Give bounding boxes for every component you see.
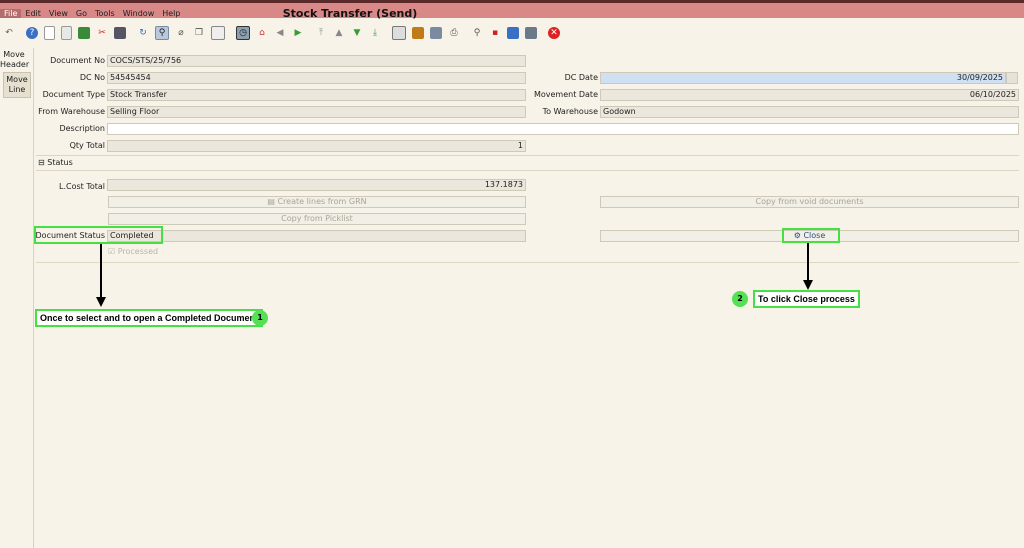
title-bar: File Edit View Go Tools Window Help Stoc… xyxy=(0,0,1024,20)
from-warehouse-label: From Warehouse xyxy=(38,107,105,116)
help-icon[interactable]: ? xyxy=(26,27,38,39)
translate-icon[interactable]: ⚲ xyxy=(471,27,483,39)
chat-icon[interactable]: ❐ xyxy=(193,27,205,39)
processed-label: Processed xyxy=(117,247,159,256)
history-icon[interactable]: ◷ xyxy=(236,26,250,40)
from-warehouse-field[interactable]: Selling Floor xyxy=(107,106,526,118)
document-status-field[interactable]: Completed xyxy=(107,230,526,242)
create-lines-from-grn-button[interactable]: ▤ Create lines from GRN xyxy=(108,196,526,208)
step-2-badge: 2 xyxy=(732,291,748,307)
left-navigation: Move Header Move Line xyxy=(0,48,33,98)
document-no-label: Document No xyxy=(50,56,105,65)
description-field[interactable] xyxy=(107,123,1019,135)
form-bottom-divider xyxy=(36,262,1019,263)
next-icon[interactable]: ▼ xyxy=(351,27,363,39)
home-icon[interactable]: ⌂ xyxy=(256,27,268,39)
refresh-icon[interactable]: ↻ xyxy=(137,27,149,39)
copy-from-void-documents-button[interactable]: Copy from void documents xyxy=(600,196,1019,208)
new-icon[interactable] xyxy=(44,26,55,40)
nav-move-line[interactable]: Move Line xyxy=(3,72,31,98)
collapse-icon: ⊟ xyxy=(38,158,45,167)
status-section-header[interactable]: ⊟ Status xyxy=(38,158,73,167)
last-icon[interactable]: ⤓ xyxy=(369,27,381,39)
document-no-field[interactable]: COCS/STS/25/756 xyxy=(107,55,526,67)
dc-no-label: DC No xyxy=(79,73,105,82)
close-button-highlight xyxy=(782,228,840,243)
toolbar: ↶ ? ✂ ↻ ⚲ ⌀ ❐ ◷ ⌂ ◀ ▶ ⤒ ▲ ▼ ⤓ ⎙ ⚲ ▪ ✕ xyxy=(0,22,1024,44)
archive-icon[interactable] xyxy=(430,27,442,39)
attachment-icon[interactable]: ⌀ xyxy=(175,27,187,39)
copy-icon[interactable] xyxy=(61,26,72,40)
report-icon[interactable] xyxy=(211,26,225,40)
dc-no-field[interactable]: 54545454 xyxy=(107,72,526,84)
processed-checkbox[interactable]: ☑ Processed xyxy=(108,247,158,256)
delete-icon[interactable]: ✂ xyxy=(96,27,108,39)
callout-1: Once to select and to open a Completed D… xyxy=(35,309,264,327)
step-1-badge: 1 xyxy=(252,310,268,326)
lcost-total-field[interactable]: 137.1873 xyxy=(107,179,526,191)
checkbox-icon: ☑ xyxy=(108,247,116,256)
status-divider-bottom xyxy=(36,170,1019,171)
first-icon[interactable]: ⤒ xyxy=(315,27,327,39)
to-warehouse-label: To Warehouse xyxy=(542,107,598,116)
workflow-icon[interactable]: ▪ xyxy=(489,27,501,39)
previous-icon[interactable]: ▲ xyxy=(333,27,345,39)
to-warehouse-field[interactable]: Godown xyxy=(600,106,1019,118)
save-icon[interactable] xyxy=(78,27,90,39)
undo-icon[interactable]: ↶ xyxy=(3,27,15,39)
create-lines-label: Create lines from GRN xyxy=(277,197,367,206)
dc-date-label: DC Date xyxy=(564,73,598,82)
calendar-icon[interactable] xyxy=(1006,72,1018,84)
document-type-field[interactable]: Stock Transfer xyxy=(107,89,526,101)
qty-total-field[interactable]: 1 xyxy=(107,140,526,152)
zoom-icon[interactable]: ⎙ xyxy=(448,27,460,39)
description-label: Description xyxy=(59,124,105,133)
find-icon[interactable]: ⚲ xyxy=(155,26,169,40)
callout-2: To click Close process xyxy=(753,290,860,308)
status-divider-top xyxy=(36,155,1019,156)
document-type-label: Document Type xyxy=(42,90,105,99)
qty-total-label: Qty Total xyxy=(69,141,105,150)
window-icon[interactable] xyxy=(525,27,537,39)
movement-date-label: Movement Date xyxy=(533,90,598,99)
document-status-highlight xyxy=(34,226,163,244)
save-create-icon[interactable] xyxy=(114,27,126,39)
back-icon[interactable]: ◀ xyxy=(274,27,286,39)
status-section-title: Status xyxy=(47,158,73,167)
lcost-total-label: L.Cost Total xyxy=(58,182,105,191)
dc-date-field[interactable]: 30/09/2025 xyxy=(600,72,1006,84)
nav-move-header[interactable]: Move Header xyxy=(0,48,29,72)
document-icon: ▤ xyxy=(267,197,275,206)
print-preview-icon[interactable] xyxy=(392,26,406,40)
print-icon[interactable] xyxy=(412,27,424,39)
product-info-icon[interactable] xyxy=(507,27,519,39)
window-title: Stock Transfer (Send) xyxy=(282,7,418,20)
copy-from-picklist-button[interactable]: Copy from Picklist xyxy=(108,213,526,225)
forward-icon[interactable]: ▶ xyxy=(292,27,304,39)
end-icon[interactable]: ✕ xyxy=(548,27,560,39)
movement-date-field[interactable]: 06/10/2025 xyxy=(600,89,1019,101)
